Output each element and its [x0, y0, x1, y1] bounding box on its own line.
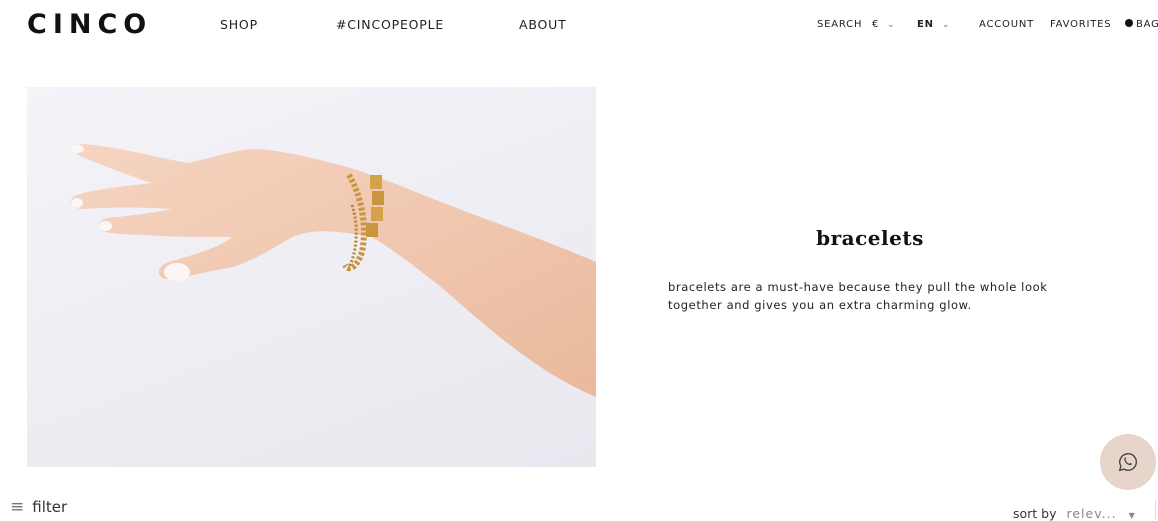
site-header: CINCO SHOP #CINCOPEOPLE ABOUT SEARCH € ⌄ … [0, 0, 1158, 56]
filter-button[interactable]: ≡ filter [10, 497, 67, 517]
sort-value: relev... [1066, 506, 1117, 521]
account-link[interactable]: ACCOUNT [979, 19, 1034, 30]
language-value: EN [917, 19, 934, 30]
language-select[interactable]: EN ⌄ [917, 19, 950, 30]
bag-label: BAG [1136, 19, 1158, 30]
whatsapp-button[interactable] [1100, 434, 1156, 490]
nav-about[interactable]: ABOUT [519, 17, 567, 32]
sort-select[interactable]: sort by relev... ▼ [1013, 506, 1135, 521]
menu-icon: ≡ [10, 497, 25, 517]
whatsapp-icon [1118, 453, 1137, 472]
hero-image [27, 87, 596, 467]
nav-cincopeople[interactable]: #CINCOPEOPLE [336, 17, 444, 32]
currency-value: € [872, 19, 880, 30]
category-description: bracelets are a must-have because they p… [668, 280, 1048, 312]
hand-bracelet-illustration [70, 144, 596, 397]
bag-link[interactable]: BAG [1125, 19, 1158, 30]
bag-dot-icon [1125, 19, 1133, 27]
logo[interactable]: CINCO [27, 9, 152, 40]
search-link[interactable]: SEARCH [817, 19, 862, 30]
sort-label: sort by [1013, 506, 1057, 521]
chevron-down-icon: ⌄ [941, 20, 951, 30]
favorites-link[interactable]: FAVORITES [1050, 19, 1111, 30]
caret-down-icon: ▼ [1128, 511, 1135, 520]
nav-shop[interactable]: SHOP [220, 17, 258, 32]
filter-label: filter [32, 498, 68, 516]
divider [1155, 500, 1156, 520]
currency-select[interactable]: € ⌄ [872, 19, 896, 30]
category-title: bracelets [816, 226, 924, 250]
chevron-down-icon: ⌄ [887, 20, 896, 30]
